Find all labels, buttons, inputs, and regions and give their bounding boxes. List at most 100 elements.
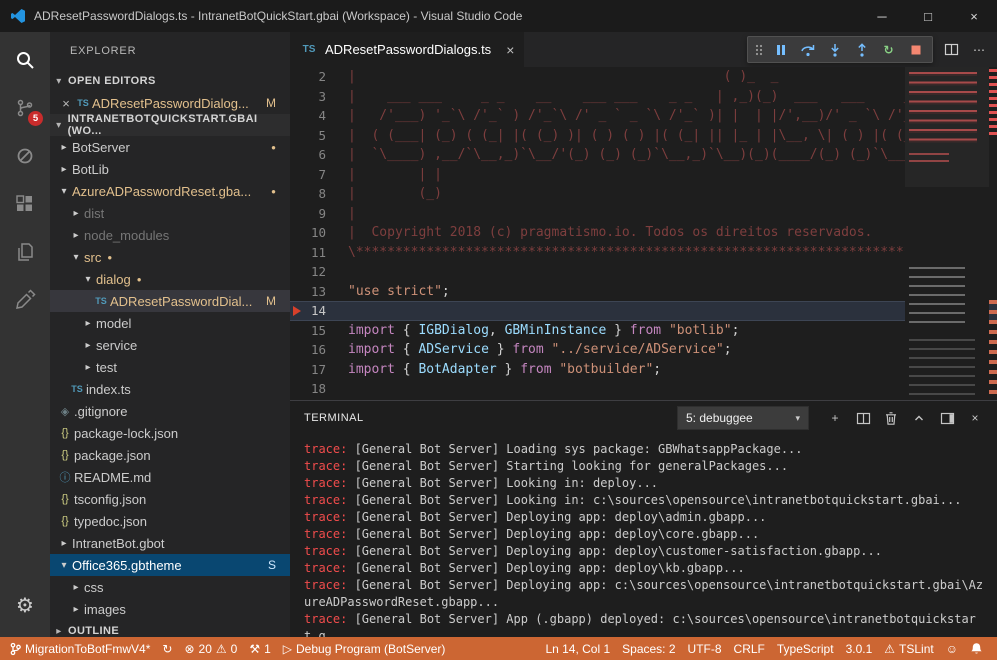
- open-editors-list: ×TSADResetPasswordDialog...M: [50, 92, 290, 114]
- drag-grip-button[interactable]: [751, 37, 767, 62]
- maximize-window-button[interactable]: □: [905, 0, 951, 32]
- tree-item-label: service: [96, 338, 137, 353]
- tree-item[interactable]: ▸images: [50, 598, 290, 620]
- chevron-right-icon: ▸: [50, 626, 68, 637]
- editor-tab[interactable]: TS ADResetPasswordDialogs.ts ×: [290, 32, 524, 67]
- step-into-button[interactable]: [821, 37, 848, 62]
- chevron-right-icon: ▸: [80, 340, 96, 351]
- tree-item[interactable]: ▸service: [50, 334, 290, 356]
- open-editors-header[interactable]: ▾ OPEN EDITORS: [50, 70, 290, 92]
- activity-item-files[interactable]: [0, 228, 50, 276]
- step-out-button[interactable]: [848, 37, 875, 62]
- tree-item[interactable]: TSADResetPasswordDial...M: [50, 290, 290, 312]
- search-icon: [14, 49, 36, 71]
- warning-mark: [989, 300, 997, 304]
- tree-item[interactable]: {}package.json: [50, 444, 290, 466]
- status-language-mode[interactable]: TypeScript: [771, 637, 840, 660]
- tree-item[interactable]: TSindex.ts: [50, 378, 290, 400]
- maximize-panel-button[interactable]: [905, 405, 933, 431]
- status-indentation[interactable]: Spaces: 2: [616, 637, 681, 660]
- outline-header[interactable]: ▸ OUTLINE: [50, 620, 290, 637]
- new-terminal-button[interactable]: +: [821, 405, 849, 431]
- status-cursor-position[interactable]: Ln 14, Col 1: [539, 637, 616, 660]
- step-over-button[interactable]: [794, 37, 821, 62]
- status-build-tasks[interactable]: ⚒1: [243, 637, 276, 660]
- activity-item-settings[interactable]: ⚙: [0, 581, 50, 629]
- status-problems[interactable]: ⊗20⚠0: [178, 637, 243, 660]
- close-editor-icon[interactable]: ×: [58, 96, 74, 111]
- code-line: 16import { ADService } from "../service/…: [290, 340, 997, 360]
- split-terminal-button[interactable]: [849, 405, 877, 431]
- terminal-selector[interactable]: 5: debuggee ▾: [677, 406, 809, 430]
- activity-item-debug[interactable]: [0, 132, 50, 180]
- tree-item[interactable]: ⓘREADME.md: [50, 466, 290, 488]
- code-line: 14: [290, 301, 997, 321]
- panel-icon: [940, 411, 955, 426]
- close-window-button[interactable]: ×: [951, 0, 997, 32]
- kill-terminal-button[interactable]: [877, 405, 905, 431]
- tree-item[interactable]: ◈.gitignore: [50, 400, 290, 422]
- terminal-output[interactable]: trace: [General Bot Server] Loading sys …: [290, 435, 997, 637]
- status-git-branch[interactable]: MigrationToBotFmwV4*: [4, 637, 156, 660]
- activity-item-source-control[interactable]: 5: [0, 84, 50, 132]
- tree-item[interactable]: ▾src●: [50, 246, 290, 268]
- status-feedback[interactable]: ☺: [940, 637, 964, 660]
- tree-item[interactable]: ▸css: [50, 576, 290, 598]
- minimize-window-button[interactable]: ─: [859, 0, 905, 32]
- trash-icon: [884, 411, 898, 426]
- chevron-down-icon: ▾: [56, 186, 72, 197]
- move-panel-button[interactable]: [933, 405, 961, 431]
- status-debug-status-label: Debug Program (BotServer): [296, 642, 445, 656]
- code-text: | ( )_ _ |: [348, 67, 966, 87]
- status-tslint[interactable]: ⚠TSLint: [878, 637, 939, 660]
- tree-item[interactable]: ▸test: [50, 356, 290, 378]
- status-notifications[interactable]: [964, 637, 989, 660]
- tree-item[interactable]: ▸dist: [50, 202, 290, 224]
- tree-item[interactable]: ▸IntranetBot.gbot: [50, 532, 290, 554]
- status-sync[interactable]: ↻: [156, 637, 178, 660]
- sync-icon: ↻: [162, 642, 172, 656]
- line-number: 7: [290, 165, 342, 185]
- status-ts-version[interactable]: 3.0.1: [840, 637, 879, 660]
- activity-item-search[interactable]: [0, 36, 50, 84]
- tree-item[interactable]: ▾dialog●: [50, 268, 290, 290]
- tree-item[interactable]: {}package-lock.json: [50, 422, 290, 444]
- debug-breakpoint-icon[interactable]: [293, 306, 301, 316]
- workspace-label: INTRANETBOTQUICKSTART.GBAI (WO...: [68, 113, 290, 137]
- activity-item-extensions[interactable]: [0, 180, 50, 228]
- tree-item[interactable]: {}tsconfig.json: [50, 488, 290, 510]
- terminal-panel-header: TERMINAL 5: debuggee ▾ + ×: [290, 401, 997, 435]
- line-number: 14: [290, 301, 342, 321]
- terminal-line: trace: [General Bot Server] Looking in: …: [304, 475, 987, 492]
- status-debug-status[interactable]: ▷Debug Program (BotServer): [277, 637, 452, 660]
- split-editor-button[interactable]: [937, 37, 965, 62]
- pause-button[interactable]: [767, 37, 794, 62]
- warning-icon: ⚠: [216, 642, 227, 656]
- status-encoding[interactable]: UTF-8: [682, 637, 728, 660]
- stop-button[interactable]: [902, 37, 929, 62]
- workspace-header[interactable]: ▾ INTRANETBOTQUICKSTART.GBAI (WO...: [50, 114, 290, 136]
- tree-item[interactable]: {}typedoc.json: [50, 510, 290, 532]
- more-actions-button[interactable]: ⋯: [965, 37, 993, 62]
- tree-item[interactable]: ▾AzureADPasswordReset.gba...●: [50, 180, 290, 202]
- status-indentation-label: Spaces: 2: [622, 642, 675, 656]
- activity-item-edit[interactable]: [0, 276, 50, 324]
- chevron-right-icon: ▸: [56, 538, 72, 549]
- tree-item[interactable]: ▾Office365.gbthemeS: [50, 554, 290, 576]
- tree-item[interactable]: ▸node_modules: [50, 224, 290, 246]
- terminal-tab[interactable]: TERMINAL: [304, 412, 364, 424]
- code-editor[interactable]: 2| ( )_ _ |3| ___ ___ _ _ __ ___ ___ _ _…: [290, 67, 997, 400]
- tree-item[interactable]: ▸BotLib: [50, 158, 290, 180]
- terminal-line: trace: [General Bot Server] Deploying ap…: [304, 543, 987, 560]
- status-eol[interactable]: CRLF: [728, 637, 771, 660]
- tree-item[interactable]: ▸BotServer●: [50, 136, 290, 158]
- open-editor-item[interactable]: ×TSADResetPasswordDialog...M: [50, 92, 290, 114]
- minimap[interactable]: [905, 67, 989, 400]
- close-tab-icon[interactable]: ×: [506, 42, 514, 58]
- tree-item[interactable]: ▸model: [50, 312, 290, 334]
- close-panel-button[interactable]: ×: [961, 405, 989, 431]
- restart-button[interactable]: ↻: [875, 37, 902, 62]
- ts-file-icon: TS: [300, 44, 318, 55]
- gear-icon: ⚙: [16, 593, 34, 618]
- code-line: 13"use strict";: [290, 282, 997, 302]
